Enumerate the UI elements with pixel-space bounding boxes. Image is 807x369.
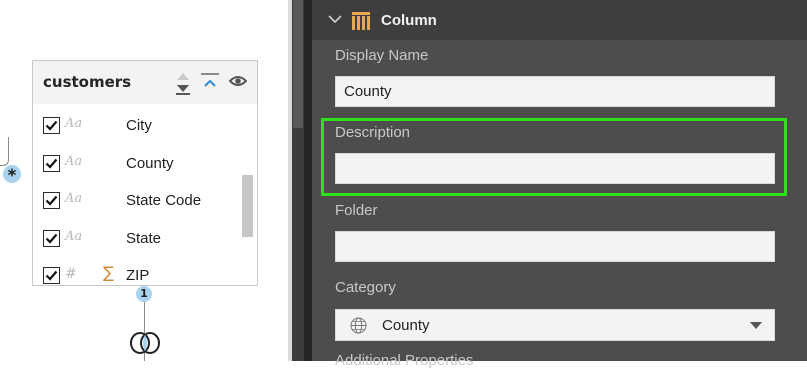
field-row[interactable]: Aa City [33,109,239,146]
field-name: County [126,154,174,172]
field-checkbox[interactable] [43,154,60,172]
column-section-header[interactable]: Column [312,0,807,40]
text-type-icon: Aa [65,116,83,131]
field-row[interactable]: Aa State [33,222,239,259]
field-name: State Code [126,192,202,209]
field-checkbox[interactable] [43,229,60,247]
category-select[interactable]: County [335,309,775,341]
scrollbar-thumb[interactable] [242,175,253,237]
properties-panel: Column Display Name County Description F… [304,0,807,369]
field-row[interactable]: # ∑ ZIP [33,259,239,285]
customers-table-card[interactable]: customers Aa City Aa County Aa State Code Aa St… [32,60,258,286]
field-checkbox[interactable] [43,267,60,284]
field-name: City [126,117,152,134]
field-checkbox[interactable] [43,117,60,134]
display-name-label: Display Name [335,47,429,64]
diagram-canvas[interactable]: * customers Aa City Aa County Aa State Code Aa… [0,0,288,361]
properties-content: Column Display Name County Description F… [312,0,807,369]
text-type-icon: Aa [65,153,83,169]
field-name: ZIP [126,267,150,284]
section-title: Column [381,12,437,29]
category-value: County [382,317,430,334]
text-type-icon: Aa [65,191,83,206]
many-cardinality-badge: * [3,165,21,186]
folder-label: Folder [335,202,378,219]
scrollbar-thumb[interactable] [293,0,303,128]
table-title: customers [43,73,132,91]
field-checkbox[interactable] [43,192,60,209]
one-cardinality-badge: 1 [136,286,152,302]
collapse-icon[interactable] [201,72,219,88]
column-icon [352,12,370,30]
field-name: State [126,229,162,247]
visibility-eye-icon[interactable] [229,74,247,88]
table-card-header[interactable]: customers [33,61,257,104]
numeric-type-icon: # [65,266,77,282]
canvas-vertical-scrollbar[interactable] [292,0,304,361]
dropdown-caret-icon[interactable] [750,322,762,329]
display-name-input[interactable]: County [335,76,775,107]
checkmark-icon [45,158,58,169]
globe-icon [350,317,367,334]
chevron-down-icon[interactable] [328,15,342,24]
checkmark-icon [45,120,58,131]
description-input[interactable] [335,153,775,184]
folder-input[interactable] [335,231,775,262]
field-row[interactable]: Aa County [33,147,239,184]
category-label: Category [335,279,396,296]
relationship-line[interactable] [0,137,9,166]
join-filter-icon[interactable] [128,330,162,356]
checkmark-icon [45,270,58,281]
sort-icon[interactable] [175,71,191,95]
text-type-icon: Aa [65,228,83,244]
checkmark-icon [45,233,58,244]
field-list-scrollbar[interactable] [239,105,253,285]
field-row[interactable]: Aa State Code [33,184,239,221]
checkmark-icon [45,195,58,206]
description-label: Description [335,124,411,141]
sum-icon: ∑ [103,263,114,282]
